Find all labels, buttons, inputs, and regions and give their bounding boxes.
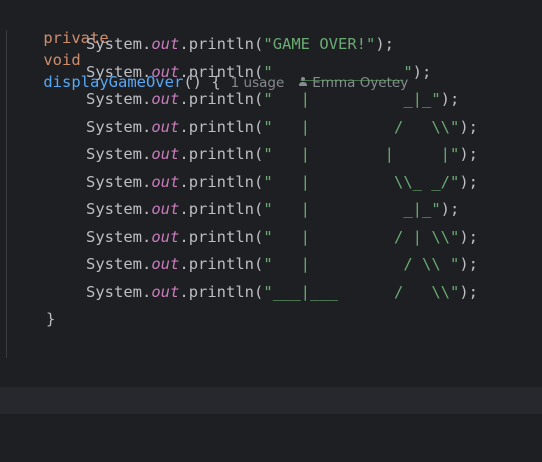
close-paren-semicolon: ); (459, 227, 478, 246)
string-literal: "GAME OVER!" (263, 35, 376, 53)
close-paren-semicolon: ); (412, 62, 432, 81)
println-line[interactable]: System.out.println(" | \\_ _/"); (86, 171, 478, 193)
println-line[interactable]: System.out.println(" | / \\"); (86, 116, 478, 138)
println-line[interactable]: System.out.println(" | / | \\"); (86, 226, 478, 248)
class-name: System (86, 227, 142, 246)
println-line[interactable]: System.out.println(" | _|_"); (86, 88, 459, 110)
class-name: System (86, 255, 142, 273)
dot: . (179, 145, 189, 163)
dot: . (179, 117, 189, 136)
class-name: System (86, 117, 142, 136)
string-literal: " | _|_" (263, 200, 441, 218)
out-field: out (151, 282, 180, 301)
close-paren-semicolon: ); (459, 145, 478, 163)
println-line[interactable]: System.out.println(" | _|_"); (86, 198, 459, 220)
string-literal: " ___________" (263, 62, 413, 81)
println-method: println (188, 255, 255, 273)
open-paren: ( (254, 117, 264, 136)
dot: . (142, 172, 152, 191)
close-paren-semicolon: ); (459, 255, 478, 273)
out-field: out (151, 227, 180, 246)
close-paren-semicolon: ); (459, 282, 478, 301)
out-field: out (151, 172, 180, 191)
dot: . (142, 117, 152, 136)
dot: . (142, 200, 152, 218)
println-method: println (188, 227, 255, 246)
println-method: println (188, 172, 255, 191)
out-field: out (151, 145, 180, 163)
closing-brace: } (46, 310, 56, 328)
close-paren-semicolon: ); (459, 117, 478, 136)
open-paren: ( (254, 227, 264, 246)
code-editor[interactable]: private void displayGameOver() {1 usage E… (0, 0, 542, 462)
string-literal: " | \\_ _/" (263, 172, 460, 191)
class-name: System (86, 90, 142, 108)
close-paren-semicolon: ); (375, 35, 395, 53)
dot: . (179, 62, 189, 81)
open-paren: ( (254, 145, 264, 163)
dot: . (179, 282, 189, 301)
dot: . (142, 227, 152, 246)
println-method: println (188, 62, 255, 81)
dot: . (142, 62, 152, 81)
return-type-keyword: void (43, 51, 81, 69)
class-name: System (86, 62, 142, 81)
println-line[interactable]: System.out.println("___|___ / \\"); (86, 281, 478, 303)
open-paren: ( (254, 282, 264, 301)
println-method: println (188, 35, 255, 53)
class-name: System (86, 282, 142, 301)
dot: . (142, 90, 152, 108)
dot: . (179, 35, 189, 53)
println-line[interactable]: System.out.println("GAME OVER!"); (86, 33, 394, 55)
close-paren-semicolon: ); (459, 172, 478, 191)
open-paren: ( (254, 200, 264, 218)
dot: . (142, 35, 152, 53)
method-signature-line[interactable]: private void displayGameOver() {1 usage E… (6, 5, 408, 91)
println-line[interactable]: System.out.println(" | | |"); (86, 143, 478, 165)
current-line-highlight (0, 387, 542, 414)
string-literal: " | _|_" (263, 90, 441, 108)
dot: . (179, 200, 189, 218)
out-field: out (151, 35, 180, 53)
dot: . (179, 255, 189, 273)
string-literal: " | / \\" (263, 117, 460, 136)
out-field: out (151, 117, 180, 136)
dot: . (179, 227, 189, 246)
string-literal: " | | |" (263, 145, 460, 163)
dot: . (142, 282, 152, 301)
string-literal: "___|___ / \\" (263, 282, 460, 301)
close-paren-semicolon: ); (440, 90, 460, 108)
println-method: println (188, 145, 255, 163)
string-literal: " | / \\ " (263, 255, 460, 273)
open-paren: ( (254, 62, 264, 81)
string-literal: " | / | \\" (263, 227, 460, 246)
println-line[interactable]: System.out.println(" ___________"); (86, 61, 431, 83)
out-field: out (151, 90, 180, 108)
open-paren: ( (254, 90, 264, 108)
class-name: System (86, 35, 142, 53)
class-name: System (86, 200, 142, 218)
close-paren-semicolon: ); (440, 200, 460, 218)
println-method: println (188, 282, 255, 301)
open-paren: ( (254, 172, 264, 191)
out-field: out (151, 255, 180, 273)
out-field: out (151, 62, 180, 81)
open-paren: ( (254, 255, 264, 273)
println-method: println (188, 90, 255, 108)
class-name: System (86, 172, 142, 191)
println-line[interactable]: System.out.println(" | / \\ "); (86, 253, 478, 275)
dot: . (142, 145, 152, 163)
class-name: System (86, 145, 142, 163)
dot: . (179, 172, 189, 191)
out-field: out (151, 200, 180, 218)
println-method: println (188, 200, 255, 218)
dot: . (142, 255, 152, 273)
println-method: println (188, 117, 255, 136)
dot: . (179, 90, 189, 108)
open-paren: ( (254, 35, 264, 53)
